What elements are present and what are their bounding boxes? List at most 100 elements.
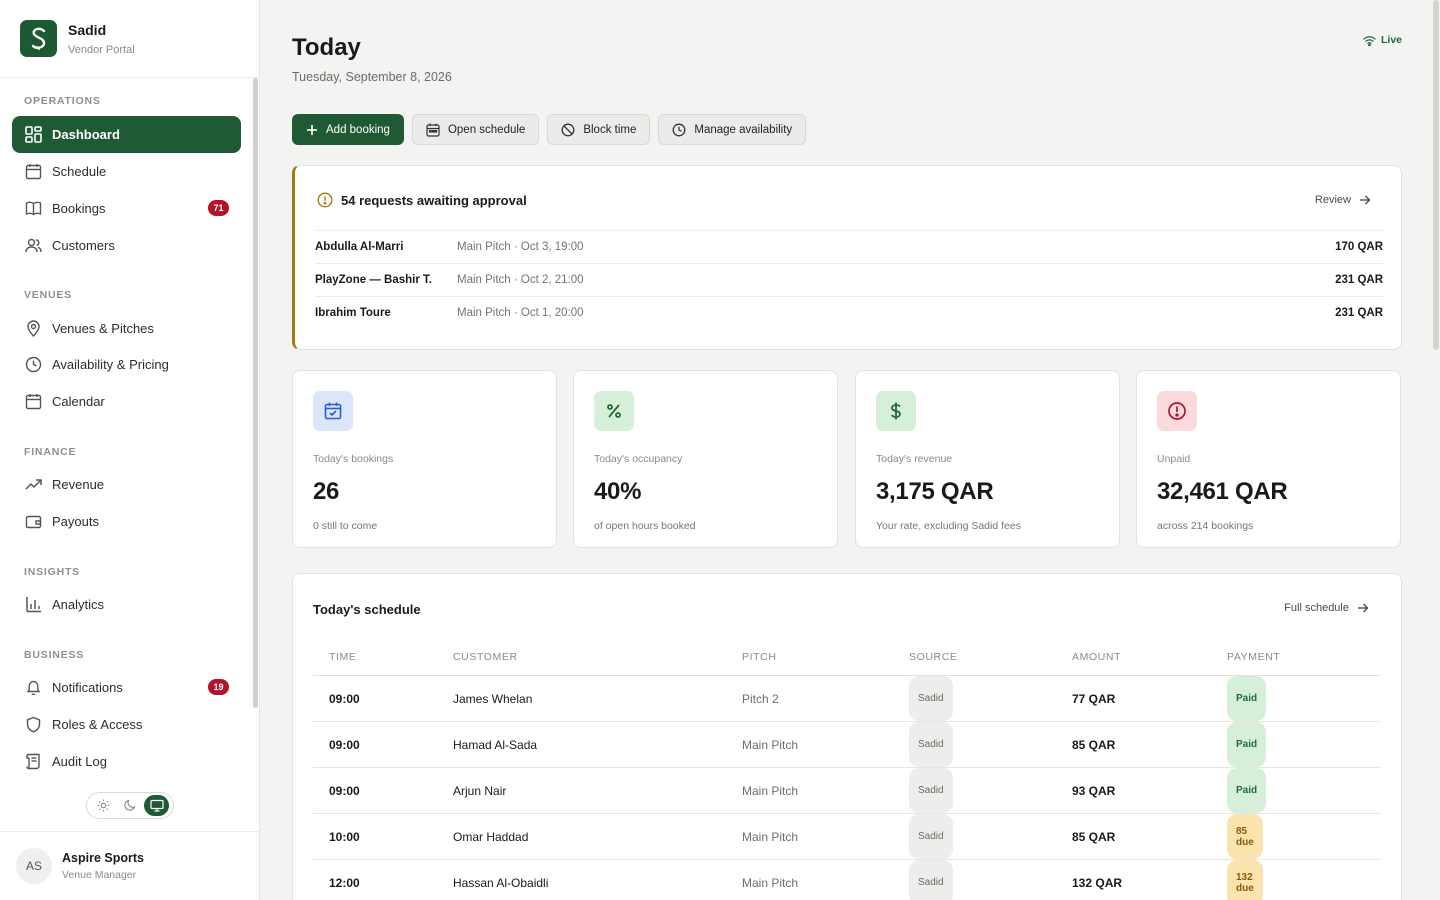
sidebar-item-revenue[interactable]: Revenue [12,466,241,503]
payment-status-badge: 132 due [1227,860,1263,900]
live-label: Live [1380,34,1402,46]
column-header-time: TIME [329,650,357,663]
sidebar-item-calendar[interactable]: Calendar [12,383,241,420]
sidebar-item-label: Customers [52,238,115,253]
sidebar-item-venues[interactable]: Venues & Pitches [12,310,241,347]
arrow-right-icon [1360,195,1371,205]
sidebar-nav: OPERATIONS Dashboard Schedule Bookings 7… [0,78,252,788]
column-header-customer: CUSTOMER [453,650,518,663]
approval-row[interactable]: Ibrahim Toure Main Pitch · Oct 1, 20:00 … [315,296,1383,329]
cell-customer: James Whelan [453,691,533,706]
add-booking-button[interactable]: Add booking [292,114,404,145]
payment-status-badge: 85 due [1227,814,1263,859]
approval-name: Abdulla Al-Marri [315,241,404,253]
section-finance: FINANCE [24,446,77,458]
stat-value: 3,175 QAR [876,478,994,505]
sidebar-item-analytics[interactable]: Analytics [12,586,241,623]
approval-amount: 231 QAR [1335,274,1383,286]
payment-status-badge: Paid [1227,768,1267,813]
todays-schedule-panel: Today's schedule Full schedule TIME CUST… [292,573,1402,900]
approval-amount: 170 QAR [1335,241,1383,253]
user-profile[interactable]: AS Aspire Sports Venue Manager [0,831,260,900]
sidebar-item-label: Availability & Pricing [52,357,169,372]
main-scrollbar[interactable] [1433,0,1439,350]
brand: Sadid Vendor Portal [0,0,259,78]
sidebar-item-label: Analytics [52,597,105,612]
source-badge: Sadid [909,814,953,859]
table-row[interactable]: 09:00 Arjun Nair Main Pitch Sadid 93 QAR… [313,768,1381,814]
brand-logo-icon [20,20,57,57]
sidebar-item-audit-log[interactable]: Audit Log [12,743,241,780]
stat-sub: Your rate, excluding Sadid fees [876,520,1021,532]
approval-detail: Main Pitch · Oct 1, 20:00 [457,307,584,319]
cell-amount: 85 QAR [1072,737,1116,752]
manage-availability-label: Manage availability [694,123,793,136]
sidebar-item-label: Venues & Pitches [52,321,154,336]
approval-row[interactable]: PlayZone — Bashir T. Main Pitch · Oct 2,… [315,263,1383,296]
approval-detail: Main Pitch · Oct 3, 19:00 [457,241,584,253]
sidebar-item-roles[interactable]: Roles & Access [12,706,241,743]
manage-availability-button[interactable]: Manage availability [658,114,807,145]
cell-customer: Omar Haddad [453,829,529,844]
table-row[interactable]: 10:00 Omar Haddad Main Pitch Sadid 85 QA… [313,814,1381,860]
table-row[interactable]: 12:00 Hassan Al-Obaidli Main Pitch Sadid… [313,860,1381,900]
dark-mode-button[interactable] [117,795,142,816]
cell-amount: 132 QAR [1072,875,1123,890]
block-time-button[interactable]: Block time [547,114,651,145]
light-mode-button[interactable] [91,795,116,816]
sidebar-item-availability[interactable]: Availability & Pricing [12,346,241,383]
column-header-source: SOURCE [909,650,958,663]
review-link[interactable]: Review [1315,194,1371,206]
sidebar-item-bookings[interactable]: Bookings 71 [12,190,241,227]
sidebar-item-dashboard[interactable]: Dashboard [12,116,241,153]
user-role: Venue Manager [62,869,137,881]
scroll-icon [24,753,42,771]
user-name: Aspire Sports [62,851,144,865]
full-schedule-link[interactable]: Full schedule [1284,602,1369,614]
sidebar-item-customers[interactable]: Customers [12,227,241,264]
full-schedule-label: Full schedule [1284,602,1349,614]
cell-customer: Hassan Al-Obaidli [453,875,549,890]
alert-circle-icon [317,192,333,208]
column-header-pitch: PITCH [742,650,777,663]
table-row[interactable]: 09:00 Hamad Al-Sada Main Pitch Sadid 85 … [313,722,1381,768]
stat-label: Today's bookings [313,453,394,465]
approval-header: 54 requests awaiting approval [317,192,527,208]
bell-icon [24,679,42,697]
sidebar-scrollbar[interactable] [253,78,258,708]
brand-name: Sadid [68,21,107,38]
system-mode-button[interactable] [144,795,170,816]
sidebar-item-notifications[interactable]: Notifications 19 [12,669,241,706]
open-schedule-button[interactable]: Open schedule [411,114,540,145]
sidebar-item-schedule[interactable]: Schedule [12,153,241,190]
clock-icon [672,123,686,136]
stat-label: Today's revenue [876,453,953,465]
book-icon [24,200,42,218]
sidebar-item-label: Schedule [52,164,107,179]
clock-icon [24,356,42,374]
stat-sub: across 214 bookings [1157,520,1254,532]
arrow-right-icon [1358,603,1369,613]
ban-icon [561,123,575,136]
stat-card-occupancy: Today's occupancy 40% of open hours book… [573,370,838,548]
approval-detail: Main Pitch · Oct 2, 21:00 [457,274,584,286]
add-booking-label: Add booking [326,123,390,136]
sidebar-item-label: Calendar [52,394,105,409]
sidebar-item-label: Bookings [52,201,106,216]
approval-row[interactable]: Abdulla Al-Marri Main Pitch · Oct 3, 19:… [315,230,1383,263]
cell-pitch: Main Pitch [742,737,799,752]
stat-value: 32,461 QAR [1157,478,1288,505]
source-badge: Sadid [909,860,953,900]
stat-card-bookings: Today's bookings 26 0 still to come [292,370,557,548]
stat-sub: 0 still to come [313,520,378,532]
source-badge: Sadid [909,722,953,767]
section-business: BUSINESS [24,649,85,661]
theme-toggle[interactable] [86,792,174,819]
approval-title: 54 requests awaiting approval [341,192,527,208]
monitor-icon [150,799,164,812]
section-operations: OPERATIONS [24,95,101,107]
sidebar-item-payouts[interactable]: Payouts [12,503,241,540]
payment-status-badge: Paid [1227,676,1267,721]
plus-icon [307,124,317,135]
table-row[interactable]: 09:00 James Whelan Pitch 2 Sadid 77 QAR … [313,676,1381,722]
